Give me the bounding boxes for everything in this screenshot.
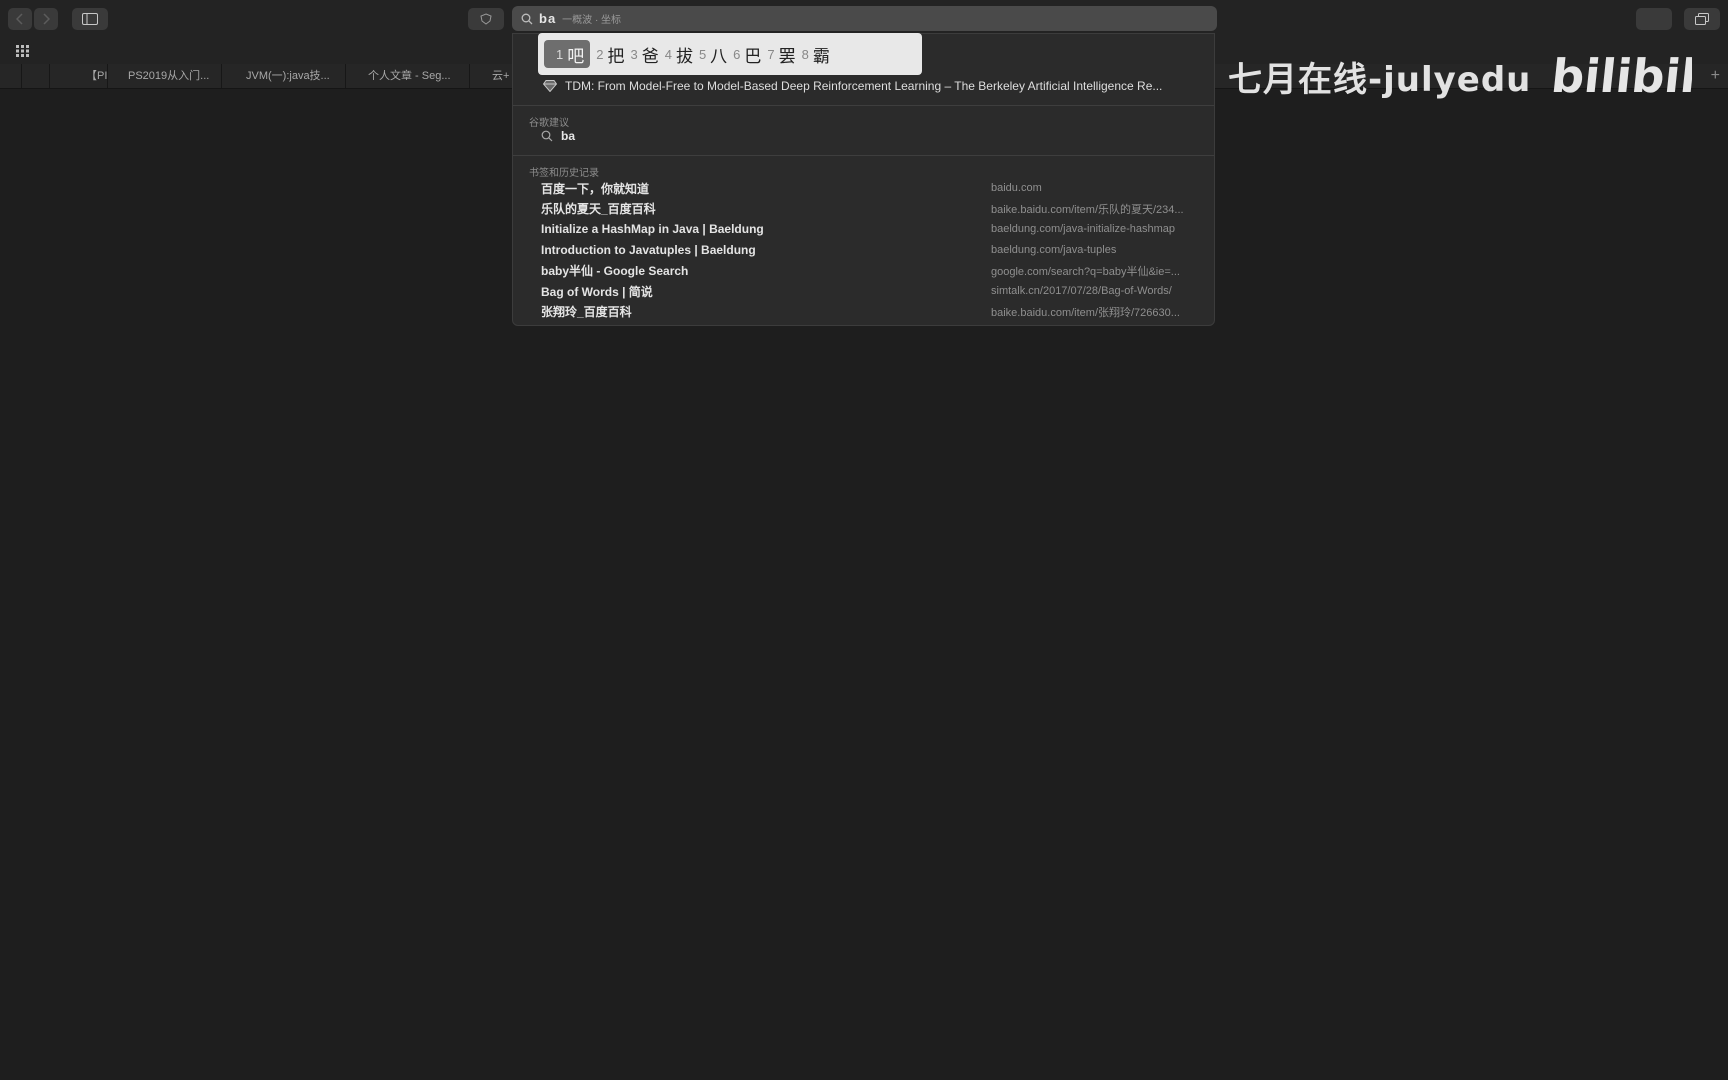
history-item[interactable]: 乐队的夏天_百度百科 baike.baidu.com/item/乐队的夏天/234…: [513, 199, 1214, 220]
tab[interactable]: 【PI: [78, 64, 108, 88]
tab[interactable]: 云+: [484, 64, 514, 88]
tab[interactable]: [0, 64, 22, 88]
tabs-icon: [1695, 13, 1709, 25]
history-list: 百度一下，你就知道 baidu.com 乐队的夏天_百度百科 baike.baidu…: [513, 178, 1214, 322]
ime-candidate-number: 6: [733, 46, 741, 62]
history-title: 张翔玲_百度百科: [541, 305, 632, 320]
shield-icon: [480, 13, 492, 25]
ime-candidate-number: 7: [767, 46, 775, 62]
tab[interactable]: 个人文章 - Seg...: [360, 64, 470, 88]
history-title: baby半仙 - Google Search: [541, 264, 689, 279]
suggestions-header: 谷歌建议: [529, 118, 569, 129]
ime-candidate[interactable]: 1吧: [544, 40, 591, 68]
ime-candidate-number: 4: [664, 46, 672, 62]
ime-candidate[interactable]: 6巴: [733, 40, 761, 68]
history-url: google.com/search?q=baby半仙&ie=...: [991, 265, 1180, 278]
sidebar-toggle-button[interactable]: [72, 8, 108, 30]
address-bar[interactable]: ba 一概波 · 坐标: [512, 6, 1217, 31]
ime-candidate-char: 爸: [641, 46, 659, 66]
tab-overview-button[interactable]: [1684, 8, 1720, 30]
chevron-right-icon: [43, 13, 50, 25]
ime-candidate-number: 1: [556, 46, 564, 62]
suggestion-text: ba: [561, 129, 576, 143]
ime-candidate-number: 8: [801, 46, 809, 62]
divider: [513, 105, 1214, 106]
history-url: baike.baidu.com/item/张翔玲/726630...: [991, 306, 1180, 319]
top-hit-title: TDM: From Model-Free to Model-Based Deep…: [565, 79, 1163, 93]
top-hit-row[interactable]: TDM: From Model-Free to Model-Based Deep…: [513, 72, 1214, 100]
search-icon: [541, 130, 553, 142]
divider: [513, 155, 1214, 156]
history-url: baeldung.com/java-initialize-hashmap: [991, 223, 1176, 236]
search-icon: [521, 13, 533, 24]
ime-candidate-window: 1吧 2把 3爸 4拔 5八 6巴 7罢 8霸: [538, 33, 922, 75]
ime-candidate-char: 八: [710, 46, 728, 66]
ime-candidate[interactable]: 2把: [596, 40, 624, 68]
tab[interactable]: PS2019从入门...: [120, 64, 222, 88]
ime-candidate-number: 3: [630, 46, 638, 62]
bilibili-logo: bilibili: [1552, 49, 1692, 98]
ime-candidate-char: 吧: [567, 46, 585, 66]
history-url: baidu.com: [991, 182, 1042, 195]
grid-icon[interactable]: [16, 45, 30, 57]
svg-text:bilibili: bilibili: [1552, 49, 1692, 98]
ime-candidate-char: 拔: [675, 46, 693, 66]
ime-candidate[interactable]: 4拔: [665, 40, 693, 68]
privacy-button[interactable]: [468, 8, 504, 30]
forward-button[interactable]: [34, 8, 58, 30]
ime-candidate-char: 巴: [744, 46, 762, 66]
ime-candidate-char: 罢: [778, 46, 796, 66]
share-button[interactable]: [1636, 8, 1672, 30]
chevron-left-icon: [16, 13, 23, 25]
history-title: 百度一下，你就知道: [541, 181, 650, 196]
typed-text: ba: [539, 11, 557, 26]
history-title: Introduction to Javatuples | Baeldung: [541, 243, 756, 258]
history-item[interactable]: Bag of Words | 简说 simtalk.cn/2017/07/28/B…: [513, 281, 1214, 302]
autocomplete-text: 一概波 · 坐标: [562, 15, 622, 26]
tab[interactable]: [22, 64, 50, 88]
new-tab-button[interactable]: +: [1711, 64, 1720, 88]
history-item[interactable]: baby半仙 - Google Search google.com/search?…: [513, 260, 1214, 281]
history-title: Bag of Words | 简说: [541, 284, 653, 299]
ime-candidate-number: 2: [596, 46, 604, 62]
ime-candidate[interactable]: 5八: [699, 40, 727, 68]
history-item[interactable]: 张翔玲_百度百科 baike.baidu.com/item/张翔玲/726630.…: [513, 302, 1214, 323]
history-item[interactable]: Initialize a HashMap in Java | Baeldung b…: [513, 219, 1214, 240]
ime-candidate-number: 5: [698, 46, 707, 62]
history-url: baike.baidu.com/item/乐队的夏天/234...: [991, 203, 1184, 216]
tab[interactable]: JVM(一):java技...: [238, 64, 346, 88]
ime-candidate[interactable]: 7罢: [767, 40, 795, 68]
history-header: 书签和历史记录: [529, 168, 599, 179]
ime-candidate[interactable]: 8霸: [802, 40, 830, 68]
sidebar-icon: [82, 13, 98, 25]
address-suggestions-dropdown: TDM: From Model-Free to Model-Based Deep…: [512, 33, 1215, 326]
search-suggestion-row[interactable]: ba: [541, 129, 575, 143]
history-title: 乐队的夏天_百度百科: [541, 202, 656, 217]
ime-candidate-char: 霸: [812, 46, 830, 66]
bookmark-gem-icon: [543, 80, 557, 92]
history-url: baeldung.com/java-tuples: [991, 244, 1117, 257]
back-button[interactable]: [8, 8, 32, 30]
ime-candidate-char: 把: [607, 46, 625, 66]
history-item[interactable]: 百度一下，你就知道 baidu.com: [513, 178, 1214, 199]
watermark-text: 七月在线-julyedu: [1228, 60, 1532, 100]
history-title: Initialize a HashMap in Java | Baeldung: [541, 222, 764, 237]
history-url: simtalk.cn/2017/07/28/Bag-of-Words/: [991, 285, 1172, 298]
history-item[interactable]: Introduction to Javatuples | Baeldung bae…: [513, 240, 1214, 261]
ime-candidate[interactable]: 3爸: [630, 40, 658, 68]
